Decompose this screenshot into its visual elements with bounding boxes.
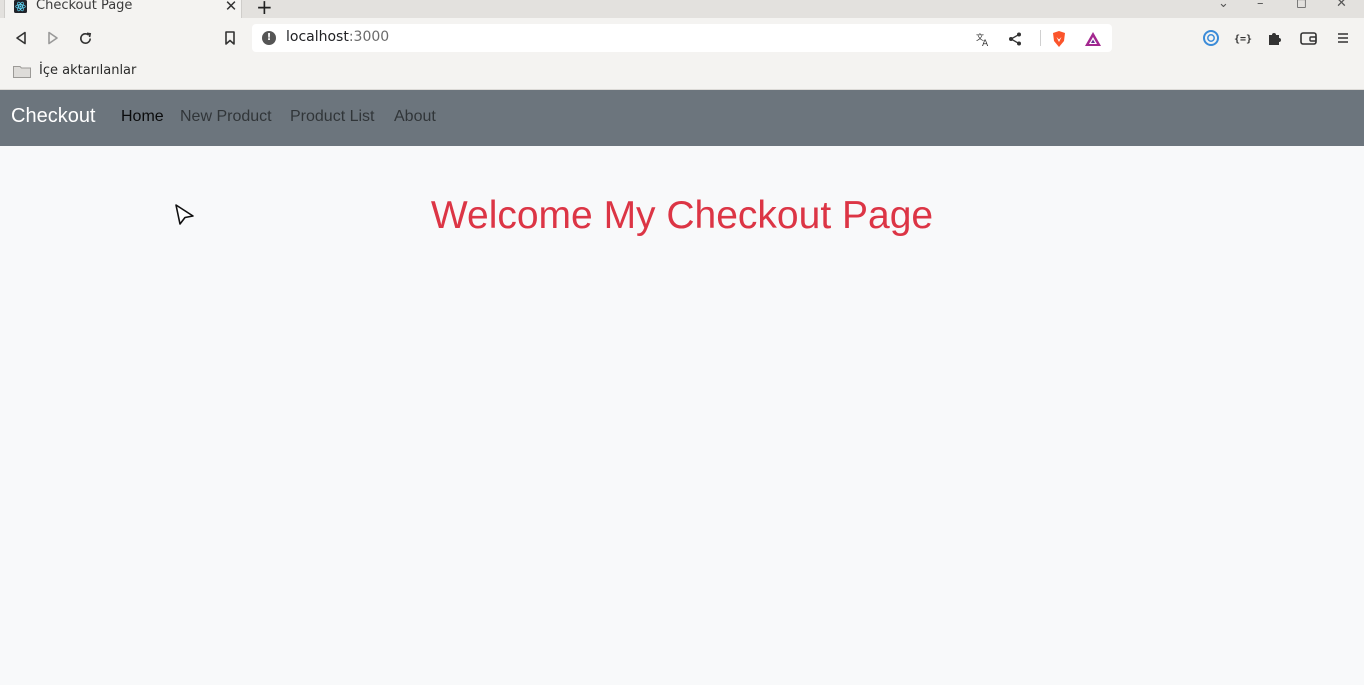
site-navbar: Checkout Home New Product Product List A… — [0, 90, 1364, 146]
nav-link-product-list[interactable]: Product List — [290, 108, 374, 126]
tab-strip: Checkout Page ✕ + ⌄ – ◻ ✕ — [0, 0, 1364, 19]
browser-toolbar: ! localhost:3000 文A {=} — [0, 18, 1364, 58]
extensions-puzzle-icon[interactable] — [1265, 28, 1285, 48]
address-bar[interactable]: ! localhost:3000 文A — [252, 24, 1112, 52]
share-icon[interactable] — [1006, 30, 1024, 48]
svg-text:{=}: {=} — [1234, 34, 1252, 45]
brave-shields-icon[interactable] — [1050, 30, 1068, 48]
tab-title: Checkout Page — [36, 0, 133, 13]
new-tab-button[interactable]: + — [256, 0, 273, 19]
nav-link-new-product[interactable]: New Product — [180, 108, 272, 126]
nav-link-home[interactable]: Home — [121, 108, 164, 126]
url-text[interactable]: localhost:3000 — [286, 29, 389, 45]
react-icon — [14, 0, 27, 13]
bookmark-icon[interactable] — [220, 28, 240, 48]
close-icon[interactable]: ✕ — [224, 0, 238, 15]
wallet-icon[interactable] — [1299, 28, 1319, 48]
site-info-icon[interactable]: ! — [262, 31, 276, 45]
maximize-icon[interactable]: ◻ — [1296, 0, 1307, 11]
page-title: Welcome My Checkout Page — [430, 194, 934, 237]
window-close-icon[interactable]: ✕ — [1336, 0, 1347, 11]
page-content: Welcome My Checkout Page — [0, 146, 1364, 685]
menu-icon[interactable] — [1333, 28, 1353, 48]
reload-icon[interactable] — [75, 28, 95, 48]
vpn-icon[interactable] — [1201, 28, 1221, 48]
forward-arrow-icon[interactable] — [43, 28, 63, 48]
translate-icon[interactable]: 文A — [974, 30, 992, 48]
bookmark-folder-imported[interactable]: İçe aktarılanlar — [39, 63, 136, 78]
nav-link-about[interactable]: About — [394, 108, 436, 126]
brave-rewards-icon[interactable] — [1084, 30, 1102, 48]
mouse-cursor-icon — [175, 204, 194, 225]
toolbar-divider — [1040, 30, 1041, 46]
minimize-icon[interactable]: – — [1257, 0, 1264, 11]
svg-text:A: A — [982, 39, 989, 47]
browser-tab[interactable]: Checkout Page ✕ — [4, 0, 242, 18]
navbar-brand[interactable]: Checkout — [11, 105, 96, 128]
json-viewer-icon[interactable]: {=} — [1233, 28, 1253, 48]
folder-icon — [13, 66, 31, 78]
tab-search-chevron-icon[interactable]: ⌄ — [1218, 0, 1229, 11]
bookmarks-bar: İçe aktarılanlar — [0, 58, 1364, 90]
back-arrow-icon[interactable] — [11, 28, 31, 48]
